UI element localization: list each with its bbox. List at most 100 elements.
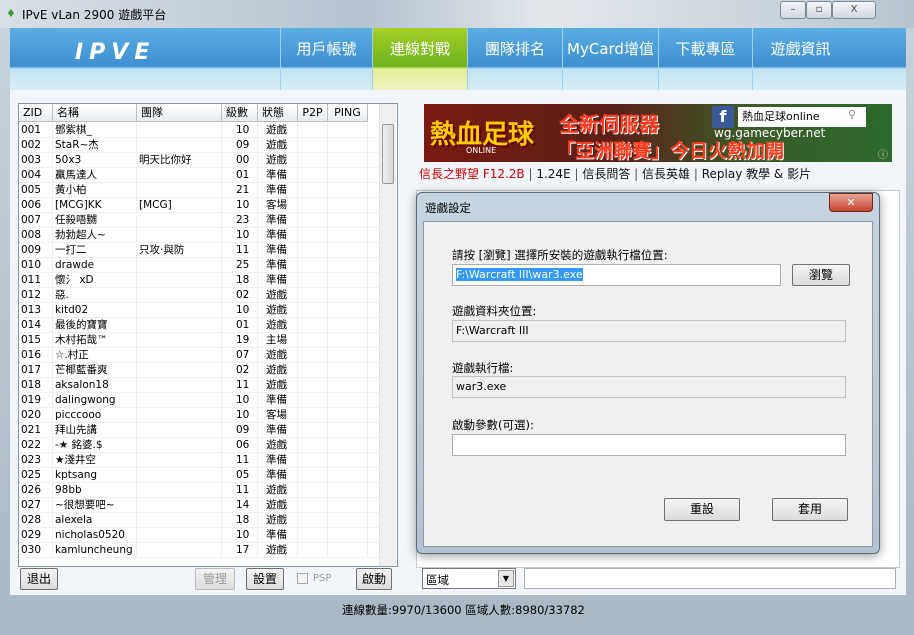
chevron-down-icon[interactable]: ▼ xyxy=(498,570,514,587)
table-cell xyxy=(328,348,368,363)
table-cell: 明天比你好 xyxy=(137,153,222,168)
table-row[interactable]: 022 -★ 銘婆.$ 06 遊戲 xyxy=(19,438,379,453)
ad-banner[interactable]: 熱血足球 ONLINE 全新伺服器 「亞洲聯賽」今日火熱加開 f 熱血足球onl… xyxy=(424,104,892,162)
table-cell: ~很想要吧~ xyxy=(53,498,137,513)
table-row[interactable]: 014 最後的寶寶 01 遊戲 xyxy=(19,318,379,333)
table-cell xyxy=(328,468,368,483)
column-header[interactable]: 級數 xyxy=(222,104,258,122)
table-cell: 014 xyxy=(19,318,53,333)
table-cell: 004 xyxy=(19,168,53,183)
table-row[interactable]: 011 懷氵 xD 18 準備 xyxy=(19,273,379,288)
table-row[interactable]: 028 alexela 18 遊戲 xyxy=(19,513,379,528)
nav-link[interactable]: Replay 教學 & 影片 xyxy=(702,167,811,181)
table-row[interactable]: 017 芒椰藍番爽 02 遊戲 xyxy=(19,363,379,378)
column-header[interactable]: ZID xyxy=(19,104,53,122)
manage-button[interactable]: 管理 xyxy=(195,568,235,590)
table-cell xyxy=(298,498,328,513)
apply-button[interactable]: 套用 xyxy=(772,498,848,521)
scroll-thumb[interactable] xyxy=(382,124,394,184)
info-icon[interactable]: ⓘ xyxy=(878,146,888,161)
list-scrollbar[interactable] xyxy=(379,104,396,566)
exit-button[interactable]: 退出 xyxy=(20,568,58,590)
table-row[interactable]: 002 StaR~杰 09 遊戲 xyxy=(19,138,379,153)
column-header[interactable]: 名稱 xyxy=(53,104,137,122)
region-select[interactable]: 區域 ▼ xyxy=(422,568,516,589)
nav-link[interactable]: 信長問答 xyxy=(582,167,630,181)
table-row[interactable]: 019 dalingwong 10 準備 xyxy=(19,393,379,408)
maximize-button[interactable]: ▫ xyxy=(806,1,832,19)
table-row[interactable]: 029 nicholas0520 10 準備 xyxy=(19,528,379,543)
table-row[interactable]: 021 拜山先講 09 準備 xyxy=(19,423,379,438)
nav-link[interactable]: 信長英雄 xyxy=(642,167,690,181)
dialog-close-button[interactable]: ✕ xyxy=(829,193,873,212)
tab-2[interactable]: 團隊排名 xyxy=(467,28,562,90)
table-cell xyxy=(137,393,222,408)
chat-input[interactable] xyxy=(524,568,896,589)
table-cell: 客場 xyxy=(258,198,298,213)
table-cell: 準備 xyxy=(258,243,298,258)
nav-link[interactable]: 信長之野望 F12.2B xyxy=(419,167,525,181)
column-header[interactable]: P2P xyxy=(298,104,328,122)
table-cell xyxy=(328,153,368,168)
table-row[interactable]: 030 kamluncheung 17 遊戲 xyxy=(19,543,379,558)
table-cell xyxy=(137,303,222,318)
close-button[interactable]: X xyxy=(832,1,876,19)
table-cell: 遊戲 xyxy=(258,288,298,303)
table-cell: drawde xyxy=(53,258,137,273)
table-cell: 18 xyxy=(222,273,258,288)
table-row[interactable]: 026 98bb 11 遊戲 xyxy=(19,483,379,498)
table-row[interactable]: 023 ★淺井空 11 準備 xyxy=(19,453,379,468)
table-row[interactable]: 003 50x3 明天比你好 00 遊戲 xyxy=(19,153,379,168)
table-row[interactable]: 008 勃勃超人~ 10 準備 xyxy=(19,228,379,243)
table-row[interactable]: 010 drawde 25 準備 xyxy=(19,258,379,273)
table-cell xyxy=(298,303,328,318)
table-row[interactable]: 015 木村拓哉™ 19 主場 xyxy=(19,333,379,348)
table-row[interactable]: 001 鄧紫棋_ 10 遊戲 xyxy=(19,123,379,138)
minimize-button[interactable]: – xyxy=(780,1,806,19)
table-cell xyxy=(328,483,368,498)
column-header[interactable]: 狀態 xyxy=(258,104,298,122)
column-header[interactable]: 團隊 xyxy=(137,104,222,122)
tab-0[interactable]: 用戶帳號 xyxy=(280,28,372,90)
table-row[interactable]: 004 贏馬達人 01 準備 xyxy=(19,168,379,183)
table-row[interactable]: 027 ~很想要吧~ 14 遊戲 xyxy=(19,498,379,513)
tab-4[interactable]: 下載專區 xyxy=(658,28,752,90)
table-row[interactable]: 016 ☆.村正 07 遊戲 xyxy=(19,348,379,363)
table-cell: 005 xyxy=(19,183,53,198)
table-cell: 10 xyxy=(222,528,258,543)
table-cell: 19 xyxy=(222,333,258,348)
table-row[interactable]: 005 黃小柏 21 準備 xyxy=(19,183,379,198)
exe-field: war3.exe xyxy=(452,376,846,398)
args-input[interactable] xyxy=(452,434,846,456)
start-button[interactable]: 啟動 xyxy=(356,568,392,590)
table-row[interactable]: 006 [MCG]KK [MCG] 10 客場 xyxy=(19,198,379,213)
table-cell xyxy=(137,543,222,558)
table-cell xyxy=(137,228,222,243)
table-row[interactable]: 025 kptsang 05 準備 xyxy=(19,468,379,483)
tab-5[interactable]: 遊戲資訊 xyxy=(752,28,848,90)
tab-3[interactable]: MyCard增值 xyxy=(562,28,658,90)
table-cell xyxy=(137,408,222,423)
exe-path-input[interactable]: F:\Warcraft III\war3.exe xyxy=(452,264,781,286)
table-cell: 023 xyxy=(19,453,53,468)
table-cell: 06 xyxy=(222,438,258,453)
table-row[interactable]: 020 picccooo 10 客場 xyxy=(19,408,379,423)
table-row[interactable]: 018 aksalon18 11 遊戲 xyxy=(19,378,379,393)
settings-button[interactable]: 設置 xyxy=(246,568,284,590)
table-row[interactable]: 007 任殺唔嬲 23 準備 xyxy=(19,213,379,228)
nav-link[interactable]: 1.24E xyxy=(536,167,570,181)
reset-button[interactable]: 重設 xyxy=(664,498,740,521)
table-row[interactable]: 013 kitd02 10 遊戲 xyxy=(19,303,379,318)
table-cell xyxy=(298,438,328,453)
browse-button[interactable]: 瀏覽 xyxy=(792,264,850,286)
tab-1[interactable]: 連線對戰 xyxy=(372,28,467,90)
table-row[interactable]: 009 一打二 只攻‧與防 11 準備 xyxy=(19,243,379,258)
table-row[interactable]: 012 惡. 02 遊戲 xyxy=(19,288,379,303)
table-cell xyxy=(137,498,222,513)
table-cell xyxy=(137,453,222,468)
psp-checkbox[interactable] xyxy=(297,573,308,584)
column-header[interactable]: PING xyxy=(328,104,368,122)
table-cell: 020 xyxy=(19,408,53,423)
table-cell: ☆.村正 xyxy=(53,348,137,363)
table-cell: 最後的寶寶 xyxy=(53,318,137,333)
